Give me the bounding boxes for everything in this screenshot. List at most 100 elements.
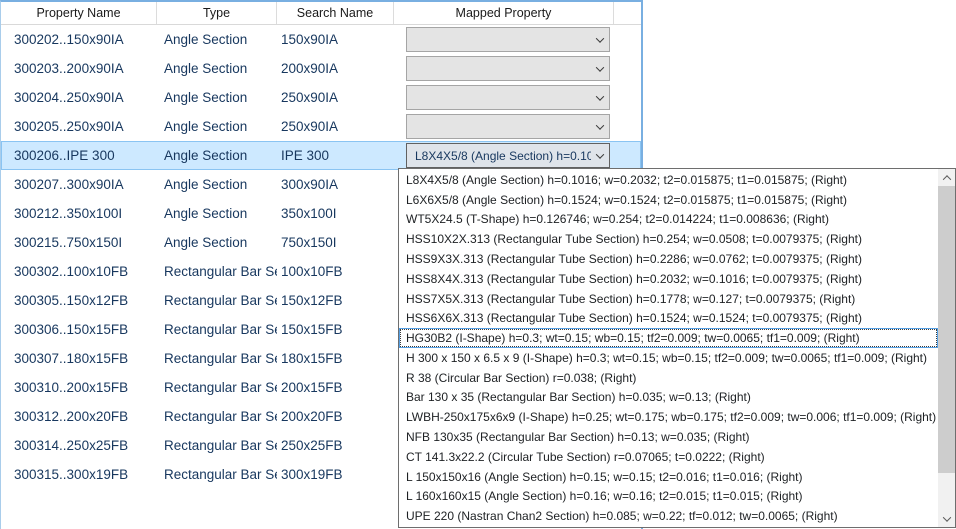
- dropdown-item-label: H 300 x 150 x 6.5 x 9 (I-Shape) h=0.3; w…: [406, 351, 927, 365]
- mapped-property-combobox[interactable]: [406, 27, 610, 52]
- cell-type: Rectangular Bar Sect: [157, 438, 277, 453]
- chevron-down-icon: [591, 144, 609, 167]
- cell-type: Rectangular Bar Sect: [157, 467, 277, 482]
- dropdown-item-label: L6X6X5/8 (Angle Section) h=0.1524; w=0.1…: [406, 193, 847, 207]
- mapped-property-combobox[interactable]: [406, 85, 610, 110]
- cell-search-name: 200x90IA: [277, 61, 394, 76]
- dropdown-item-label: HSS10X2X.313 (Rectangular Tube Section) …: [406, 232, 862, 246]
- cell-search-name: IPE 300: [277, 148, 394, 163]
- cell-type: Angle Section: [157, 235, 277, 250]
- combobox-value: L8X4X5/8 (Angle Section) h=0.101: [407, 149, 591, 163]
- dropdown-item-label: Bar 130 x 35 (Rectangular Bar Section) h…: [406, 390, 751, 404]
- dropdown-item-label: HSS9X3X.313 (Rectangular Tube Section) h…: [406, 252, 862, 266]
- dropdown-item[interactable]: HSS9X3X.313 (Rectangular Tube Section) h…: [399, 249, 938, 269]
- dropdown-scrollbar[interactable]: [938, 169, 955, 527]
- cell-property-name: 300305..150x12FB: [1, 293, 157, 308]
- cell-search-name: 250x90IA: [277, 119, 394, 134]
- cell-search-name: 150x12FB: [277, 293, 394, 308]
- dropdown-item[interactable]: R 38 (Circular Bar Section) r=0.038; (Ri…: [399, 368, 938, 388]
- dropdown-item[interactable]: Bar 130 x 35 (Rectangular Bar Section) h…: [399, 388, 938, 408]
- cell-search-name: 150x15FB: [277, 322, 394, 337]
- cell-search-name: 350x100I: [277, 206, 394, 221]
- cell-search-name: 200x20FB: [277, 409, 394, 424]
- scrollbar-track[interactable]: [938, 473, 955, 510]
- dropdown-item[interactable]: L6X6X5/8 (Angle Section) h=0.1524; w=0.1…: [399, 190, 938, 210]
- cell-property-name: 300302..100x10FB: [1, 264, 157, 279]
- cell-property-name: 300207..300x90IA: [1, 177, 157, 192]
- dropdown-item-label: CT 141.3x22.2 (Circular Tube Section) r=…: [406, 450, 765, 464]
- scroll-down-button[interactable]: [938, 510, 955, 527]
- dropdown-item[interactable]: HSS6X6X.313 (Rectangular Tube Section) h…: [399, 308, 938, 328]
- cell-property-name: 300205..250x90IA: [1, 119, 157, 134]
- cell-type: Angle Section: [157, 90, 277, 105]
- cell-search-name: 250x90IA: [277, 90, 394, 105]
- dropdown-item[interactable]: L 150x150x16 (Angle Section) h=0.15; w=0…: [399, 467, 938, 487]
- column-header-spare: [614, 2, 641, 24]
- cell-property-name: 300315..300x19FB: [1, 467, 157, 482]
- cell-property-name: 300306..150x15FB: [1, 322, 157, 337]
- cell-property-name: 300314..250x25FB: [1, 438, 157, 453]
- dropdown-item[interactable]: LWBH-250x175x6x9 (I-Shape) h=0.25; wt=0.…: [399, 407, 938, 427]
- dropdown-item-label: L 150x150x16 (Angle Section) h=0.15; w=0…: [406, 470, 803, 484]
- cell-search-name: 750x150I: [277, 235, 394, 250]
- table-row[interactable]: 300204..250x90IA Angle Section 250x90IA: [1, 83, 641, 112]
- dropdown-item-label: WT5X24.5 (T-Shape) h=0.126746; w=0.254; …: [406, 212, 829, 226]
- chevron-down-icon: [591, 28, 609, 51]
- dropdown-item[interactable]: NFB 130x35 (Rectangular Bar Section) h=0…: [399, 427, 938, 447]
- chevron-down-icon: [942, 513, 950, 521]
- dropdown-item-label: LWBH-250x175x6x9 (I-Shape) h=0.25; wt=0.…: [406, 410, 936, 424]
- scroll-up-button[interactable]: [938, 169, 955, 186]
- cell-search-name: 200x15FB: [277, 380, 394, 395]
- dropdown-item[interactable]: H 300 x 150 x 6.5 x 9 (I-Shape) h=0.3; w…: [399, 348, 938, 368]
- dropdown-item[interactable]: WT5X24.5 (T-Shape) h=0.126746; w=0.254; …: [399, 210, 938, 230]
- cell-search-name: 150x90IA: [277, 32, 394, 47]
- dropdown-item[interactable]: L8X4X5/8 (Angle Section) h=0.1016; w=0.2…: [399, 170, 938, 190]
- scrollbar-thumb[interactable]: [938, 186, 955, 473]
- column-header-property-name[interactable]: Property Name: [1, 2, 157, 24]
- mapped-property-combobox[interactable]: [406, 56, 610, 81]
- cell-property-name: 300203..200x90IA: [1, 61, 157, 76]
- dropdown-item[interactable]: UPE 220 (Nastran Chan2 Section) h=0.085;…: [399, 506, 938, 526]
- chevron-down-icon: [591, 86, 609, 109]
- dropdown-item[interactable]: HSS7X5X.313 (Rectangular Tube Section) h…: [399, 289, 938, 309]
- cell-type: Angle Section: [157, 61, 277, 76]
- cell-search-name: 180x15FB: [277, 351, 394, 366]
- column-header-mapped-property[interactable]: Mapped Property: [394, 2, 614, 24]
- table-row[interactable]: 300203..200x90IA Angle Section 200x90IA: [1, 54, 641, 83]
- dropdown-item-label: L 160x160x15 (Angle Section) h=0.16; w=0…: [406, 489, 803, 503]
- cell-type: Rectangular Bar Sect: [157, 380, 277, 395]
- cell-type: Rectangular Bar Sect: [157, 264, 277, 279]
- dropdown-item[interactable]: HSS10X2X.313 (Rectangular Tube Section) …: [399, 229, 938, 249]
- cell-property-name: 300202..150x90IA: [1, 32, 157, 47]
- dropdown-item[interactable]: HSS8X4X.313 (Rectangular Tube Section) h…: [399, 269, 938, 289]
- table-header-row: Property Name Type Search Name Mapped Pr…: [1, 2, 641, 25]
- cell-type: Rectangular Bar Sect: [157, 293, 277, 308]
- dropdown-item-label: UPE 220 (Nastran Chan2 Section) h=0.085;…: [406, 509, 838, 523]
- cell-property-name: 300310..200x15FB: [1, 380, 157, 395]
- dropdown-item[interactable]: CT 141.3x22.2 (Circular Tube Section) r=…: [399, 447, 938, 467]
- column-header-type[interactable]: Type: [157, 2, 277, 24]
- cell-type: Rectangular Bar Sect: [157, 409, 277, 424]
- dropdown-item-label: R 38 (Circular Bar Section) r=0.038; (Ri…: [406, 371, 636, 385]
- dropdown-item-label: HSS8X4X.313 (Rectangular Tube Section) h…: [406, 272, 862, 286]
- cell-search-name: 250x25FB: [277, 438, 394, 453]
- dropdown-item-label: L8X4X5/8 (Angle Section) h=0.1016; w=0.2…: [406, 173, 847, 187]
- cell-type: Angle Section: [157, 206, 277, 221]
- chevron-down-icon: [591, 57, 609, 80]
- cell-property-name: 300312..200x20FB: [1, 409, 157, 424]
- dropdown-item[interactable]: HG30B2 (I-Shape) h=0.3; wt=0.15; wb=0.15…: [399, 328, 938, 348]
- cell-search-name: 300x90IA: [277, 177, 394, 192]
- column-header-search-name[interactable]: Search Name: [277, 2, 394, 24]
- cell-type: Angle Section: [157, 32, 277, 47]
- dropdown-item-label: HSS6X6X.313 (Rectangular Tube Section) h…: [406, 311, 862, 325]
- cell-type: Angle Section: [157, 177, 277, 192]
- dropdown-item-label: NFB 130x35 (Rectangular Bar Section) h=0…: [406, 430, 750, 444]
- dropdown-item[interactable]: L 160x160x15 (Angle Section) h=0.16; w=0…: [399, 487, 938, 507]
- mapped-property-combobox[interactable]: [406, 114, 610, 139]
- mapped-property-combobox[interactable]: L8X4X5/8 (Angle Section) h=0.101: [406, 143, 610, 168]
- table-row[interactable]: 300205..250x90IA Angle Section 250x90IA: [1, 112, 641, 141]
- cell-search-name: 100x10FB: [277, 264, 394, 279]
- table-row[interactable]: 300206..IPE 300 Angle Section IPE 300 L8…: [1, 141, 641, 170]
- table-row[interactable]: 300202..150x90IA Angle Section 150x90IA: [1, 25, 641, 54]
- cell-type: Rectangular Bar Sect: [157, 322, 277, 337]
